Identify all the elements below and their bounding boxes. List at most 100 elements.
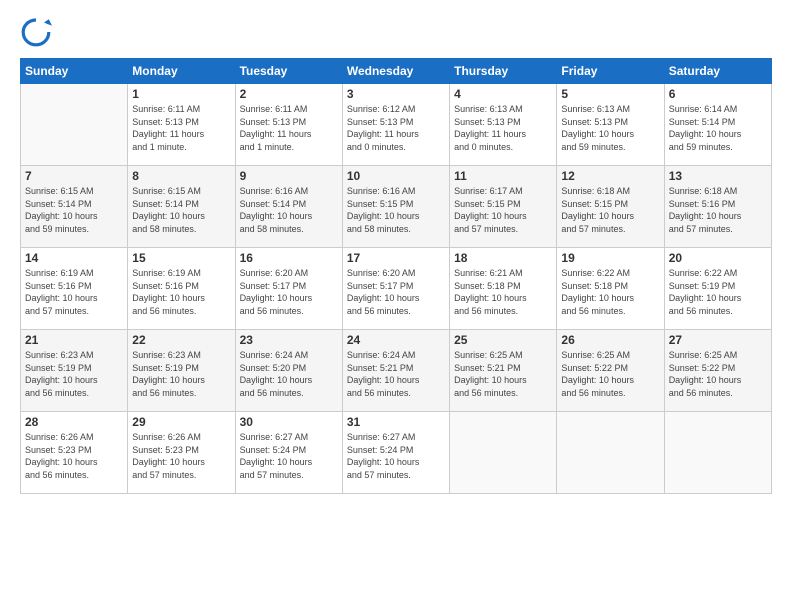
calendar-cell: 7Sunrise: 6:15 AM Sunset: 5:14 PM Daylig… [21,166,128,248]
calendar-week-3: 14 Sunrise: 6:19 AM Sunset: 5:16 PM Dayli… [21,248,772,330]
calendar-cell [664,412,771,494]
day-number: 14 [25,251,123,265]
day-number: 6 [669,87,767,101]
header-thursday: Thursday [450,59,557,84]
calendar-cell: 21 Sunrise: 6:23 AM Sunset: 5:19 PM Dayli… [21,330,128,412]
calendar-cell: 10 Sunrise: 6:16 AM Sunset: 5:15 PM Dayli… [342,166,449,248]
day-info: Sunrise: 6:18 AM Sunset: 5:16 PM Dayligh… [669,185,767,235]
day-info: Sunrise: 6:19 AM Sunset: 5:16 PM Dayligh… [132,267,230,317]
calendar-cell: 5 Sunrise: 6:13 AM Sunset: 5:13 PM Daylig… [557,84,664,166]
calendar-cell: 27 Sunrise: 6:25 AM Sunset: 5:22 PM Dayli… [664,330,771,412]
calendar-cell: 8 Sunrise: 6:15 AM Sunset: 5:14 PM Daylig… [128,166,235,248]
day-info: Sunrise: 6:19 AM Sunset: 5:16 PM Dayligh… [25,267,123,317]
day-number: 31 [347,415,445,429]
day-number: 4 [454,87,552,101]
day-number: 18 [454,251,552,265]
calendar-cell: 29 Sunrise: 6:26 AM Sunset: 5:23 PM Dayli… [128,412,235,494]
day-info: Sunrise: 6:23 AM Sunset: 5:19 PM Dayligh… [25,349,123,399]
header-tuesday: Tuesday [235,59,342,84]
calendar-cell: 19 Sunrise: 6:22 AM Sunset: 5:18 PM Dayli… [557,248,664,330]
day-number: 2 [240,87,338,101]
day-info: Sunrise: 6:25 AM Sunset: 5:21 PM Dayligh… [454,349,552,399]
day-info: Sunrise: 6:22 AM Sunset: 5:19 PM Dayligh… [669,267,767,317]
day-number: 17 [347,251,445,265]
day-info: Sunrise: 6:11 AM Sunset: 5:13 PM Dayligh… [132,103,230,153]
day-number: 7 [25,169,123,183]
day-number: 13 [669,169,767,183]
calendar-cell: 30Sunrise: 6:27 AM Sunset: 5:24 PM Dayli… [235,412,342,494]
calendar-cell: 11 Sunrise: 6:17 AM Sunset: 5:15 PM Dayli… [450,166,557,248]
day-info: Sunrise: 6:26 AM Sunset: 5:23 PM Dayligh… [132,431,230,481]
day-number: 26 [561,333,659,347]
calendar: SundayMondayTuesdayWednesdayThursdayFrid… [20,58,772,494]
calendar-cell: 24Sunrise: 6:24 AM Sunset: 5:21 PM Dayli… [342,330,449,412]
calendar-cell: 15 Sunrise: 6:19 AM Sunset: 5:16 PM Dayli… [128,248,235,330]
day-number: 5 [561,87,659,101]
day-info: Sunrise: 6:18 AM Sunset: 5:15 PM Dayligh… [561,185,659,235]
calendar-cell: 2Sunrise: 6:11 AM Sunset: 5:13 PM Daylig… [235,84,342,166]
calendar-cell: 18 Sunrise: 6:21 AM Sunset: 5:18 PM Dayli… [450,248,557,330]
header-wednesday: Wednesday [342,59,449,84]
calendar-cell: 12 Sunrise: 6:18 AM Sunset: 5:15 PM Dayli… [557,166,664,248]
day-info: Sunrise: 6:12 AM Sunset: 5:13 PM Dayligh… [347,103,445,153]
calendar-week-2: 7 Sunrise: 6:15 AM Sunset: 5:14 PM Daylig… [21,166,772,248]
calendar-cell: 4 Sunrise: 6:13 AM Sunset: 5:13 PM Daylig… [450,84,557,166]
day-info: Sunrise: 6:21 AM Sunset: 5:18 PM Dayligh… [454,267,552,317]
day-number: 20 [669,251,767,265]
day-info: Sunrise: 6:15 AM Sunset: 5:14 PM Dayligh… [132,185,230,235]
day-number: 27 [669,333,767,347]
calendar-cell [557,412,664,494]
calendar-cell [450,412,557,494]
calendar-cell: 22 Sunrise: 6:23 AM Sunset: 5:19 PM Dayli… [128,330,235,412]
header-saturday: Saturday [664,59,771,84]
day-info: Sunrise: 6:25 AM Sunset: 5:22 PM Dayligh… [669,349,767,399]
header-friday: Friday [557,59,664,84]
day-info: Sunrise: 6:23 AM Sunset: 5:19 PM Dayligh… [132,349,230,399]
day-number: 21 [25,333,123,347]
calendar-cell: 20 Sunrise: 6:22 AM Sunset: 5:19 PM Dayli… [664,248,771,330]
calendar-cell: 1 Sunrise: 6:11 AM Sunset: 5:13 PM Daylig… [128,84,235,166]
day-number: 29 [132,415,230,429]
day-number: 28 [25,415,123,429]
calendar-cell: 26 Sunrise: 6:25 AM Sunset: 5:22 PM Dayli… [557,330,664,412]
calendar-week-5: 28 Sunrise: 6:26 AM Sunset: 5:23 PM Dayli… [21,412,772,494]
day-number: 3 [347,87,445,101]
day-info: Sunrise: 6:14 AM Sunset: 5:14 PM Dayligh… [669,103,767,153]
logo-icon [20,16,52,48]
day-info: Sunrise: 6:20 AM Sunset: 5:17 PM Dayligh… [240,267,338,317]
calendar-week-1: 1 Sunrise: 6:11 AM Sunset: 5:13 PM Daylig… [21,84,772,166]
calendar-cell [21,84,128,166]
day-number: 22 [132,333,230,347]
calendar-header-row: SundayMondayTuesdayWednesdayThursdayFrid… [21,59,772,84]
day-number: 11 [454,169,552,183]
day-number: 12 [561,169,659,183]
day-info: Sunrise: 6:13 AM Sunset: 5:13 PM Dayligh… [454,103,552,153]
day-number: 8 [132,169,230,183]
calendar-cell: 9 Sunrise: 6:16 AM Sunset: 5:14 PM Daylig… [235,166,342,248]
day-info: Sunrise: 6:22 AM Sunset: 5:18 PM Dayligh… [561,267,659,317]
page: SundayMondayTuesdayWednesdayThursdayFrid… [0,0,792,612]
day-info: Sunrise: 6:24 AM Sunset: 5:20 PM Dayligh… [240,349,338,399]
day-number: 10 [347,169,445,183]
calendar-cell: 16 Sunrise: 6:20 AM Sunset: 5:17 PM Dayli… [235,248,342,330]
day-info: Sunrise: 6:16 AM Sunset: 5:15 PM Dayligh… [347,185,445,235]
day-info: Sunrise: 6:17 AM Sunset: 5:15 PM Dayligh… [454,185,552,235]
logo [20,16,56,48]
day-number: 15 [132,251,230,265]
day-info: Sunrise: 6:27 AM Sunset: 5:24 PM Dayligh… [347,431,445,481]
calendar-cell: 31 Sunrise: 6:27 AM Sunset: 5:24 PM Dayli… [342,412,449,494]
day-number: 19 [561,251,659,265]
calendar-cell: 14 Sunrise: 6:19 AM Sunset: 5:16 PM Dayli… [21,248,128,330]
day-info: Sunrise: 6:16 AM Sunset: 5:14 PM Dayligh… [240,185,338,235]
day-number: 30 [240,415,338,429]
day-number: 16 [240,251,338,265]
day-number: 1 [132,87,230,101]
day-number: 9 [240,169,338,183]
calendar-cell: 6 Sunrise: 6:14 AM Sunset: 5:14 PM Daylig… [664,84,771,166]
day-info: Sunrise: 6:13 AM Sunset: 5:13 PM Dayligh… [561,103,659,153]
day-number: 23 [240,333,338,347]
day-info: Sunrise: 6:25 AM Sunset: 5:22 PM Dayligh… [561,349,659,399]
day-info: Sunrise: 6:24 AM Sunset: 5:21 PM Dayligh… [347,349,445,399]
day-info: Sunrise: 6:20 AM Sunset: 5:17 PM Dayligh… [347,267,445,317]
header-sunday: Sunday [21,59,128,84]
